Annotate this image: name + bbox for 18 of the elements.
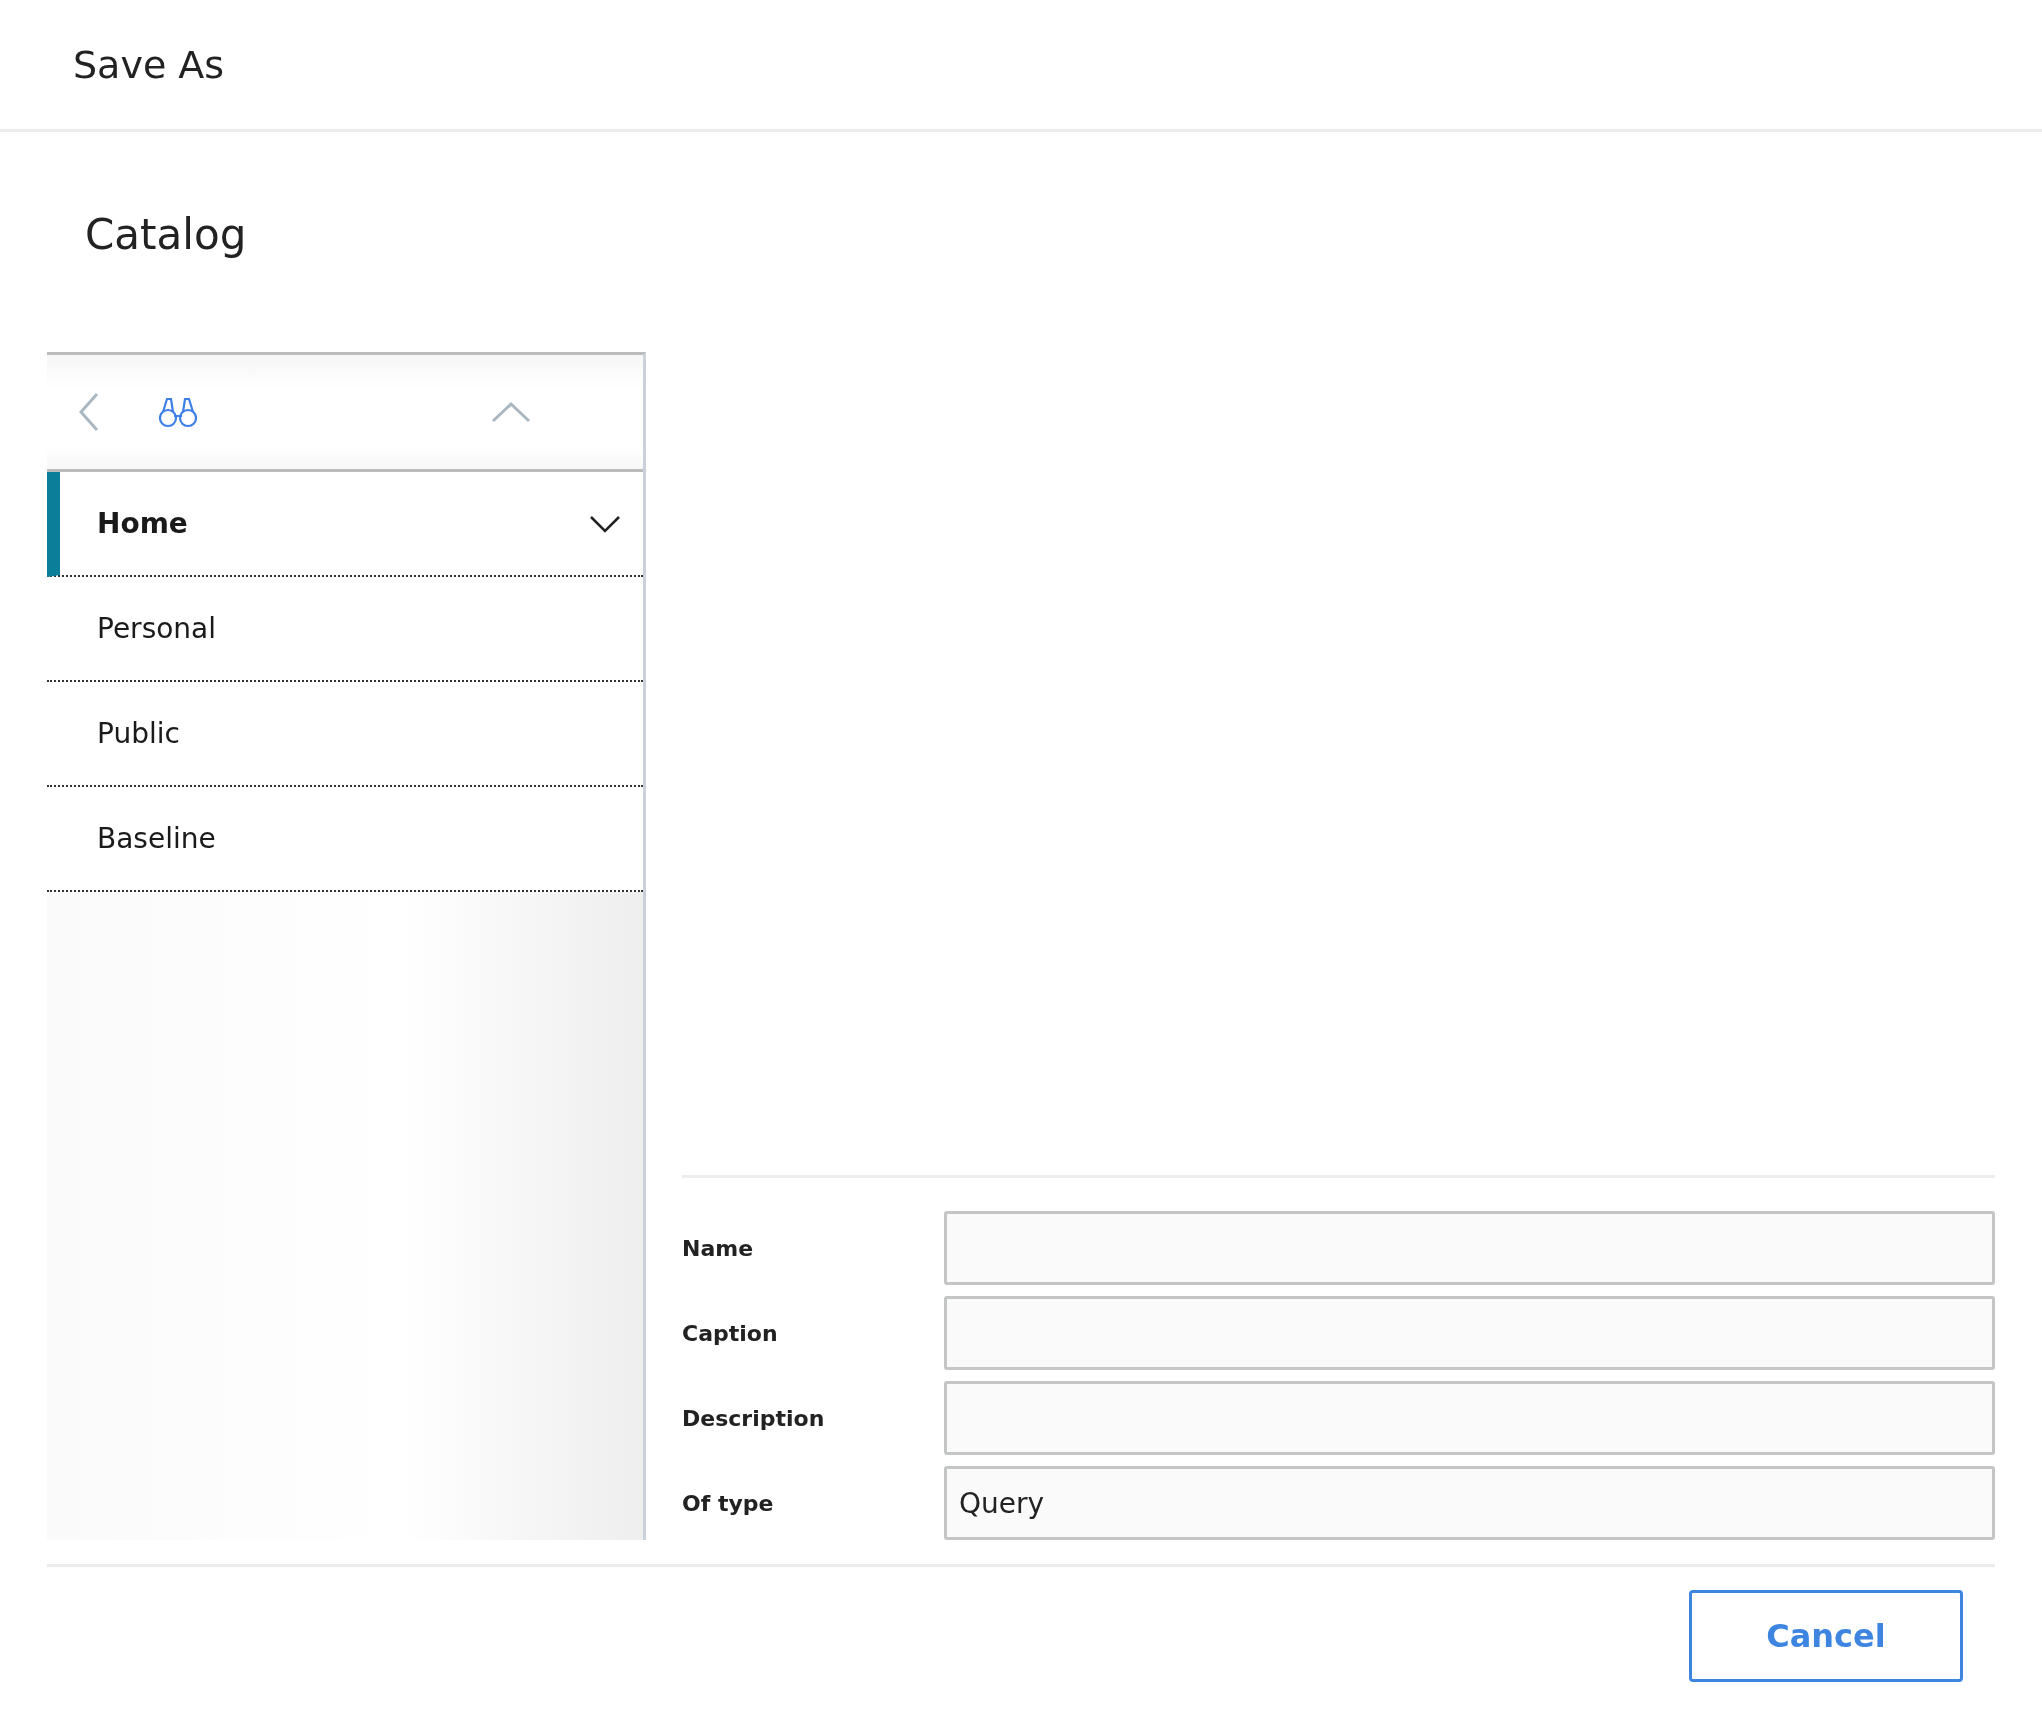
field-label: Description	[682, 1405, 826, 1431]
field-label: Of type	[682, 1490, 775, 1516]
field-label: Caption	[682, 1320, 779, 1346]
catalog-item[interactable]: Home	[47, 472, 643, 577]
back-icon[interactable]	[77, 392, 101, 432]
field-label: Name	[682, 1235, 755, 1261]
text-field[interactable]	[944, 1211, 1995, 1285]
text-field[interactable]	[944, 1381, 1995, 1455]
catalog-item[interactable]: Public	[47, 682, 643, 787]
dialog-title: Save As	[73, 42, 225, 87]
binoculars-icon[interactable]	[159, 396, 197, 428]
text-field[interactable]: Query	[944, 1466, 1995, 1540]
catalog-item[interactable]: Personal	[47, 577, 643, 682]
section-title: Catalog	[85, 210, 248, 261]
text-field[interactable]	[944, 1296, 1995, 1370]
cancel-button[interactable]: Cancel	[1689, 1590, 1963, 1682]
collapse-icon[interactable]	[491, 401, 531, 423]
catalog-item[interactable]: Baseline	[47, 787, 643, 892]
